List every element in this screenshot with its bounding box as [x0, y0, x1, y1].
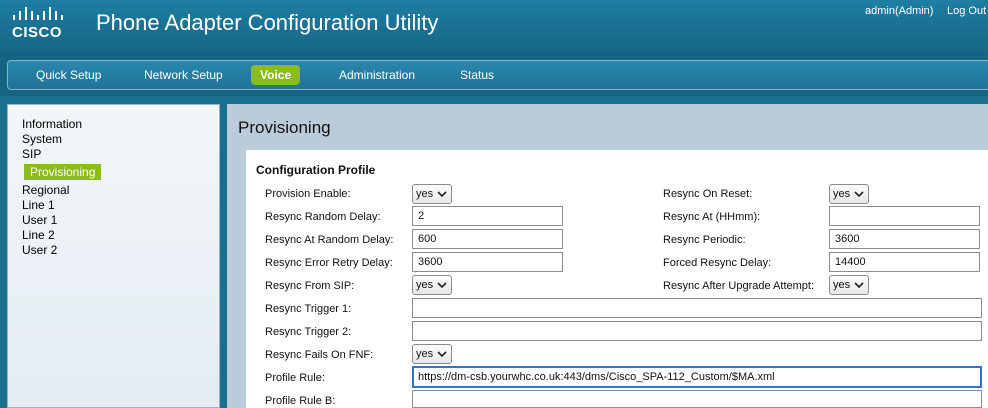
resync-at-input[interactable]: [829, 206, 980, 226]
resync-trigger-2-label: Resync Trigger 2:: [265, 326, 352, 338]
provision-enable-value: yes: [416, 188, 434, 200]
tab-network-setup[interactable]: Network Setup: [144, 68, 223, 82]
sidebar-item-system[interactable]: System: [22, 132, 62, 146]
main-content: Provisioning Configuration Profile Provi…: [227, 104, 988, 408]
profile-rule-b-label: Profile Rule B:: [265, 395, 336, 407]
resync-after-upgrade-label: Resync After Upgrade Attempt:: [663, 280, 815, 292]
resync-error-retry-delay-label: Resync Error Retry Delay:: [265, 257, 393, 269]
sidebar-item-regional[interactable]: Regional: [22, 183, 69, 197]
forced-resync-delay-label: Forced Resync Delay:: [663, 257, 772, 269]
tab-administration[interactable]: Administration: [339, 68, 415, 82]
resync-from-sip-value: yes: [416, 279, 434, 291]
provision-enable-label: Provision Enable:: [265, 188, 351, 200]
resync-trigger-1-label: Resync Trigger 1:: [265, 303, 352, 315]
chevron-down-icon: [437, 191, 447, 198]
resync-at-random-delay-label: Resync At Random Delay:: [265, 234, 394, 246]
resync-fails-on-fnf-value: yes: [416, 348, 434, 360]
logout-link[interactable]: Log Out: [947, 5, 986, 17]
profile-rule-b-input[interactable]: [412, 390, 982, 408]
sidebar-item-provisioning[interactable]: Provisioning: [24, 164, 102, 180]
chevron-down-icon: [437, 282, 447, 289]
chevron-down-icon: [437, 351, 447, 358]
resync-after-upgrade-select[interactable]: yes: [829, 275, 869, 295]
forced-resync-delay-input[interactable]: [829, 252, 980, 272]
resync-periodic-label: Resync Periodic:: [663, 234, 746, 246]
page-title: Provisioning: [238, 118, 331, 137]
header: CISCO Phone Adapter Configuration Utilit…: [0, 0, 988, 54]
sidebar-item-sip[interactable]: SIP: [22, 147, 41, 161]
resync-trigger-1-input[interactable]: [412, 298, 982, 318]
config-panel: Configuration Profile Provision Enable: …: [246, 150, 988, 408]
user-label: admin(Admin): [865, 5, 934, 17]
sidebar-item-information[interactable]: Information: [22, 117, 82, 131]
app-title: Phone Adapter Configuration Utility: [96, 10, 439, 35]
sidebar-item-line-1[interactable]: Line 1: [22, 198, 55, 212]
resync-fails-on-fnf-label: Resync Fails On FNF:: [265, 349, 374, 361]
provision-enable-select[interactable]: yes: [412, 184, 452, 204]
sidebar-item-user-2[interactable]: User 2: [22, 243, 57, 257]
cisco-bars-logo-icon: [13, 7, 63, 20]
sidebar-item-user-1[interactable]: User 1: [22, 213, 57, 227]
tab-quick-setup[interactable]: Quick Setup: [36, 68, 101, 82]
main-nav: Quick Setup Network Setup Voice Administ…: [7, 60, 988, 90]
resync-from-sip-select[interactable]: yes: [412, 275, 452, 295]
chevron-down-icon: [854, 282, 864, 289]
resync-on-reset-select[interactable]: yes: [829, 184, 869, 204]
resync-random-delay-input[interactable]: [412, 206, 563, 226]
sidebar-item-line-2[interactable]: Line 2: [22, 228, 55, 242]
resync-at-random-delay-input[interactable]: [412, 229, 563, 249]
resync-fails-on-fnf-select[interactable]: yes: [412, 344, 452, 364]
chevron-down-icon: [854, 191, 864, 198]
sidebar: Information System SIP Provisioning Regi…: [7, 104, 220, 408]
logo-text: CISCO: [12, 24, 63, 41]
resync-error-retry-delay-input[interactable]: [412, 252, 563, 272]
cisco-logo: CISCO: [10, 4, 70, 44]
profile-rule-label: Profile Rule:: [265, 372, 325, 384]
tab-voice[interactable]: Voice: [251, 65, 301, 85]
profile-rule-input[interactable]: [412, 366, 982, 388]
resync-at-label: Resync At (HHmm):: [663, 211, 761, 223]
resync-random-delay-label: Resync Random Delay:: [265, 211, 381, 223]
resync-on-reset-value: yes: [833, 188, 851, 200]
resync-trigger-2-input[interactable]: [412, 321, 982, 341]
resync-on-reset-label: Resync On Reset:: [663, 188, 753, 200]
resync-periodic-input[interactable]: [829, 229, 980, 249]
resync-from-sip-label: Resync From SIP:: [265, 280, 355, 292]
tab-status[interactable]: Status: [460, 68, 494, 82]
section-title: Configuration Profile: [256, 163, 376, 177]
resync-after-upgrade-value: yes: [833, 279, 851, 291]
